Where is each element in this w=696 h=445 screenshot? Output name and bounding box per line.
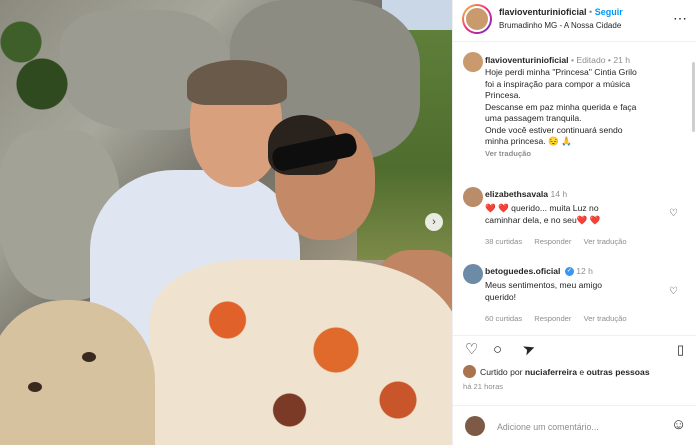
comment-likes[interactable]: 38 curtidas	[485, 237, 522, 246]
separator-dot: •	[607, 55, 611, 65]
avatar[interactable]	[463, 187, 483, 207]
scrollbar[interactable]	[692, 62, 695, 132]
caption-line: uma passagem tranquila.	[485, 113, 582, 123]
caption-time: 21 h	[613, 55, 631, 65]
avatar[interactable]	[463, 52, 483, 72]
avatar[interactable]	[463, 365, 476, 378]
smiley-icon[interactable]: ☺	[671, 416, 686, 433]
liked-by-others[interactable]: outras pessoas	[587, 367, 650, 377]
chevron-right-icon[interactable]: ›	[425, 213, 443, 231]
instagram-post-viewer: › flavioventurinioficial • Seguir Brumad…	[0, 0, 696, 445]
caption-line: Hoje perdi minha "Princesa" Cintia Grilo	[485, 67, 637, 77]
comment-likes[interactable]: 60 curtidas	[485, 314, 522, 323]
action-bar: ♡ ○ ➤ ▯	[453, 335, 696, 365]
liked-by-user[interactable]: nuciaferreira	[525, 367, 577, 377]
caption-username[interactable]: flavioventurinioficial	[485, 55, 569, 65]
avatar	[465, 416, 485, 436]
comment-input[interactable]: Adicione um comentário...	[497, 422, 599, 432]
add-comment-bar: Adicione um comentário... ☺	[453, 405, 696, 445]
comment-icon[interactable]: ○	[493, 342, 502, 358]
heart-icon[interactable]: ♡	[669, 286, 678, 297]
translate-link[interactable]: Ver tradução	[584, 237, 627, 246]
heart-icon[interactable]: ♡	[669, 208, 678, 219]
woman-figure	[150, 115, 452, 445]
post-photo[interactable]: ›	[0, 0, 452, 445]
comment-time: 14 h	[550, 189, 568, 199]
caption-line: Onde você estiver continuará sendo	[485, 124, 623, 135]
separator-dot: •	[570, 55, 574, 65]
comment-meta: 60 curtidas Responder Ver tradução	[485, 314, 637, 323]
reply-button[interactable]: Responder	[534, 237, 571, 246]
follow-button[interactable]: Seguir	[595, 7, 623, 17]
separator-dot: •	[589, 7, 593, 17]
edited-label: Editado	[576, 55, 606, 65]
comment-line: querido!	[485, 292, 517, 302]
heart-icon[interactable]: ♡	[465, 342, 478, 358]
translate-link[interactable]: Ver tradução	[584, 314, 627, 323]
post-header: flavioventurinioficial • Seguir Brumadin…	[453, 0, 696, 42]
caption-line: foi a inspiração para compor a música	[485, 78, 631, 89]
comment-username[interactable]: elizabethsavala	[485, 189, 548, 199]
comment-text: Meus sentimentos, meu amigo querido!	[485, 279, 602, 303]
reply-button[interactable]: Responder	[534, 314, 571, 323]
comment-line: Meus sentimentos, meu amigo	[485, 280, 603, 290]
more-options-icon[interactable]: ⋯	[673, 10, 688, 27]
caption-text: Hoje perdi minha "Princesa" Cintia Grilo…	[485, 67, 689, 148]
tree-leaves	[0, 0, 70, 140]
location-link[interactable]: Brumadinho MG - A Nossa Cidade	[499, 21, 621, 30]
see-translation-link[interactable]: Ver tradução	[485, 149, 531, 158]
liked-by-conjunction: e	[579, 367, 585, 377]
comment-meta: 38 curtidas Responder Ver tradução	[485, 237, 637, 246]
bookmark-icon[interactable]: ▯	[677, 342, 684, 358]
liked-by-prefix: Curtido por	[480, 367, 523, 377]
post-time[interactable]: há 21 horas	[463, 382, 503, 391]
caption-line: Descanse em paz minha querida e faça	[485, 101, 637, 112]
caption-line: Princesa.	[485, 90, 521, 100]
verified-badge-icon: ✓	[564, 267, 574, 277]
comment-line: caminhar dela, e no seu❤️ ❤️	[485, 215, 601, 225]
avatar[interactable]	[462, 4, 492, 34]
comment-text: ❤️ ❤️ querido... muita Luz no caminhar d…	[485, 202, 601, 226]
post-side-panel: flavioventurinioficial • Seguir Brumadin…	[452, 0, 696, 445]
header-username[interactable]: flavioventurinioficial	[499, 7, 587, 17]
share-icon[interactable]: ➤	[520, 339, 538, 359]
comment-time: 12 h	[576, 266, 593, 276]
caption-line: minha princesa. 😔 🙏	[485, 136, 572, 146]
comment-username[interactable]: betoguedes.oficial	[485, 266, 560, 276]
comment-line: ❤️ ❤️ querido... muita Luz no	[485, 203, 599, 213]
avatar[interactable]	[463, 264, 483, 284]
